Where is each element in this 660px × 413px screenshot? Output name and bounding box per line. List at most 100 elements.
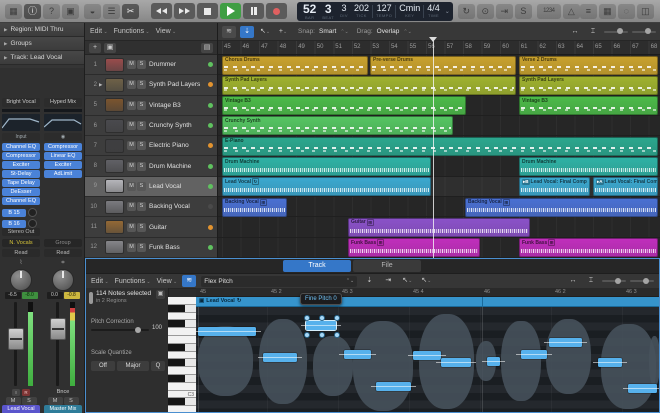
track-mute-button[interactable]: M bbox=[127, 242, 136, 252]
smart-controls-icon[interactable]: ◒ bbox=[84, 3, 101, 19]
track-header-drum-machine[interactable]: 8 M S Drum Machine bbox=[85, 156, 217, 177]
plugin-slot[interactable]: Linear EQ bbox=[44, 152, 82, 160]
vertical-zoom-slider[interactable] bbox=[604, 28, 628, 34]
inspector-icon[interactable]: ⓘ bbox=[24, 3, 41, 19]
track-mute-button[interactable]: M bbox=[127, 202, 136, 212]
plugin-slot[interactable]: Compressor bbox=[2, 152, 40, 160]
editor-tab-track[interactable]: Track bbox=[283, 260, 351, 272]
piano-black-key[interactable] bbox=[168, 398, 196, 407]
snap-menu[interactable]: Smart bbox=[319, 28, 336, 35]
region-synth-pad-layers[interactable]: Synth Pad Layers bbox=[519, 75, 658, 95]
track-mute-button[interactable]: M bbox=[127, 80, 136, 90]
region-vintage-b3[interactable]: Vintage B3 bbox=[222, 96, 466, 116]
plugin-slot[interactable]: Compressor bbox=[44, 143, 82, 151]
region-drum-machine[interactable]: Drum Machine bbox=[222, 157, 431, 176]
piano-white-key[interactable] bbox=[168, 335, 196, 344]
editor-ruler[interactable]: 45 45 2 45 3 45 4 46 46 2 46 3 bbox=[196, 288, 659, 297]
region-chorus-drums[interactable]: Chorus Drums bbox=[222, 55, 368, 75]
track-sort-button[interactable]: ▤ bbox=[201, 42, 213, 53]
track-header-lead-vocal[interactable]: 9 M S Lead Vocal bbox=[85, 176, 217, 198]
flex-pitch-note[interactable] bbox=[544, 338, 587, 347]
pause-button[interactable] bbox=[243, 3, 264, 19]
track-solo-button[interactable]: S bbox=[137, 60, 146, 70]
region-backing-vocal[interactable]: Backing Vocal ⊞ bbox=[465, 197, 658, 217]
flex-pitch-note-selected[interactable] bbox=[301, 315, 341, 338]
region-funk-bass[interactable]: Funk Bass ⊞ bbox=[348, 238, 480, 258]
stop-button[interactable] bbox=[197, 3, 218, 19]
drag-menu[interactable]: Overlap bbox=[377, 28, 400, 35]
track-mute-button[interactable]: M bbox=[127, 141, 136, 151]
chat-icon[interactable]: ◌ bbox=[617, 3, 635, 19]
solo-button[interactable]: S bbox=[63, 397, 79, 405]
catch-icon[interactable]: ⇣ bbox=[362, 275, 376, 287]
plugin-slot[interactable]: Tape Delay bbox=[2, 179, 40, 187]
flex-pitch-note[interactable] bbox=[339, 350, 376, 359]
scale-root-dropdown[interactable]: Off bbox=[91, 361, 115, 371]
scroll-link-icon[interactable]: ⇥ bbox=[381, 275, 395, 287]
track-solo-button[interactable]: S bbox=[137, 242, 146, 252]
volume-readout[interactable]: 0.0 bbox=[46, 292, 63, 299]
playhead-marker[interactable] bbox=[429, 37, 437, 46]
editor-hzoom-slider[interactable] bbox=[630, 277, 654, 284]
piano-black-key[interactable] bbox=[168, 359, 196, 368]
output-slot[interactable]: Stereo Out bbox=[2, 228, 40, 236]
strip-name-footer[interactable]: Lead Vocal bbox=[2, 405, 40, 413]
quick-help-icon[interactable]: ? bbox=[43, 3, 60, 19]
piano-white-key[interactable] bbox=[168, 328, 196, 336]
track-header-funk-bass[interactable]: 12 M S Funk Bass bbox=[85, 237, 217, 258]
piano-white-key[interactable] bbox=[168, 297, 196, 305]
flex-pitch-note[interactable] bbox=[196, 327, 261, 336]
editor-vzoom-slider[interactable] bbox=[602, 277, 626, 284]
group-slot[interactable]: Group bbox=[44, 239, 82, 247]
eq-thumbnail[interactable] bbox=[44, 114, 82, 131]
editor-menu-functions[interactable]: Functions ⌄ bbox=[115, 278, 151, 285]
pan-knob[interactable] bbox=[10, 269, 32, 291]
note-edit-hotspot[interactable] bbox=[319, 332, 325, 338]
flex-pitch-note[interactable] bbox=[482, 357, 505, 366]
track-solo-button[interactable]: S bbox=[137, 181, 146, 191]
menu-view[interactable]: View ⌄ bbox=[156, 28, 177, 35]
piano-white-key[interactable] bbox=[168, 367, 196, 375]
pan-knob[interactable] bbox=[52, 269, 74, 291]
piano-black-key[interactable] bbox=[168, 304, 196, 313]
note-pads-icon[interactable]: ▦ bbox=[598, 3, 616, 19]
local-inspector-button[interactable]: ▣ bbox=[156, 290, 165, 299]
track-inspector-header[interactable]: ▶ Track: Lead Vocal bbox=[0, 51, 84, 65]
region-pre-verse-drums[interactable]: Pre-verse Drums bbox=[370, 55, 516, 75]
quantize-button[interactable]: Q bbox=[151, 361, 165, 371]
groups-inspector-header[interactable]: ▶ Groups bbox=[0, 37, 84, 51]
send-knob[interactable] bbox=[28, 208, 37, 217]
mute-button[interactable]: M bbox=[5, 397, 21, 405]
solo-mode-icon[interactable]: S bbox=[514, 3, 532, 19]
menu-edit[interactable]: Edit ⌄ bbox=[90, 28, 108, 35]
region-lead-vocal[interactable]: Lead Vocal ↻ bbox=[222, 177, 431, 197]
plugin-slot[interactable]: AdLimit bbox=[44, 170, 82, 178]
add-track-button[interactable]: + bbox=[89, 42, 101, 53]
track-mute-button[interactable]: M bbox=[127, 100, 136, 110]
catch-playhead-icon[interactable]: ⇣ bbox=[240, 25, 254, 38]
volume-fader[interactable] bbox=[50, 318, 66, 340]
track-header-drummer[interactable]: 1 M S Drummer bbox=[85, 55, 217, 76]
track-header-electric-piano[interactable]: 7 M S Electric Piano bbox=[85, 136, 217, 157]
flex-pitch-note[interactable] bbox=[516, 350, 552, 359]
flex-pitch-note[interactable] bbox=[371, 382, 416, 391]
volume-readout[interactable]: -6.5 bbox=[4, 292, 21, 299]
send-knob[interactable] bbox=[28, 219, 37, 228]
count-in-button[interactable]: 1234 bbox=[536, 3, 561, 19]
editor-tab-file[interactable]: File bbox=[353, 260, 421, 272]
strip-name-footer[interactable]: Master Mix bbox=[44, 405, 82, 413]
region-inspector-header[interactable]: ▶ Region: MIDI Thru bbox=[0, 23, 84, 37]
editor-region-header[interactable]: ▣ Lead Vocal ↻ bbox=[196, 297, 659, 307]
piano-keyboard[interactable]: C3 bbox=[168, 297, 197, 412]
flex-icon[interactable]: ≋ bbox=[222, 25, 236, 38]
input-slot[interactable]: ◉ bbox=[44, 133, 82, 141]
plugin-slot[interactable]: St-Delay bbox=[2, 170, 40, 178]
secondary-tool-button[interactable]: +⌄ bbox=[276, 26, 290, 38]
editor-menu-edit[interactable]: Edit ⌄ bbox=[91, 278, 109, 285]
flex-pitch-note[interactable] bbox=[593, 358, 627, 367]
input-monitor-button[interactable]: I bbox=[12, 388, 20, 396]
piano-white-key[interactable] bbox=[168, 312, 196, 321]
autopunch-icon[interactable]: ⇥ bbox=[495, 3, 513, 19]
metronome-button[interactable]: △ bbox=[562, 3, 580, 19]
piano-black-key[interactable] bbox=[168, 374, 196, 383]
